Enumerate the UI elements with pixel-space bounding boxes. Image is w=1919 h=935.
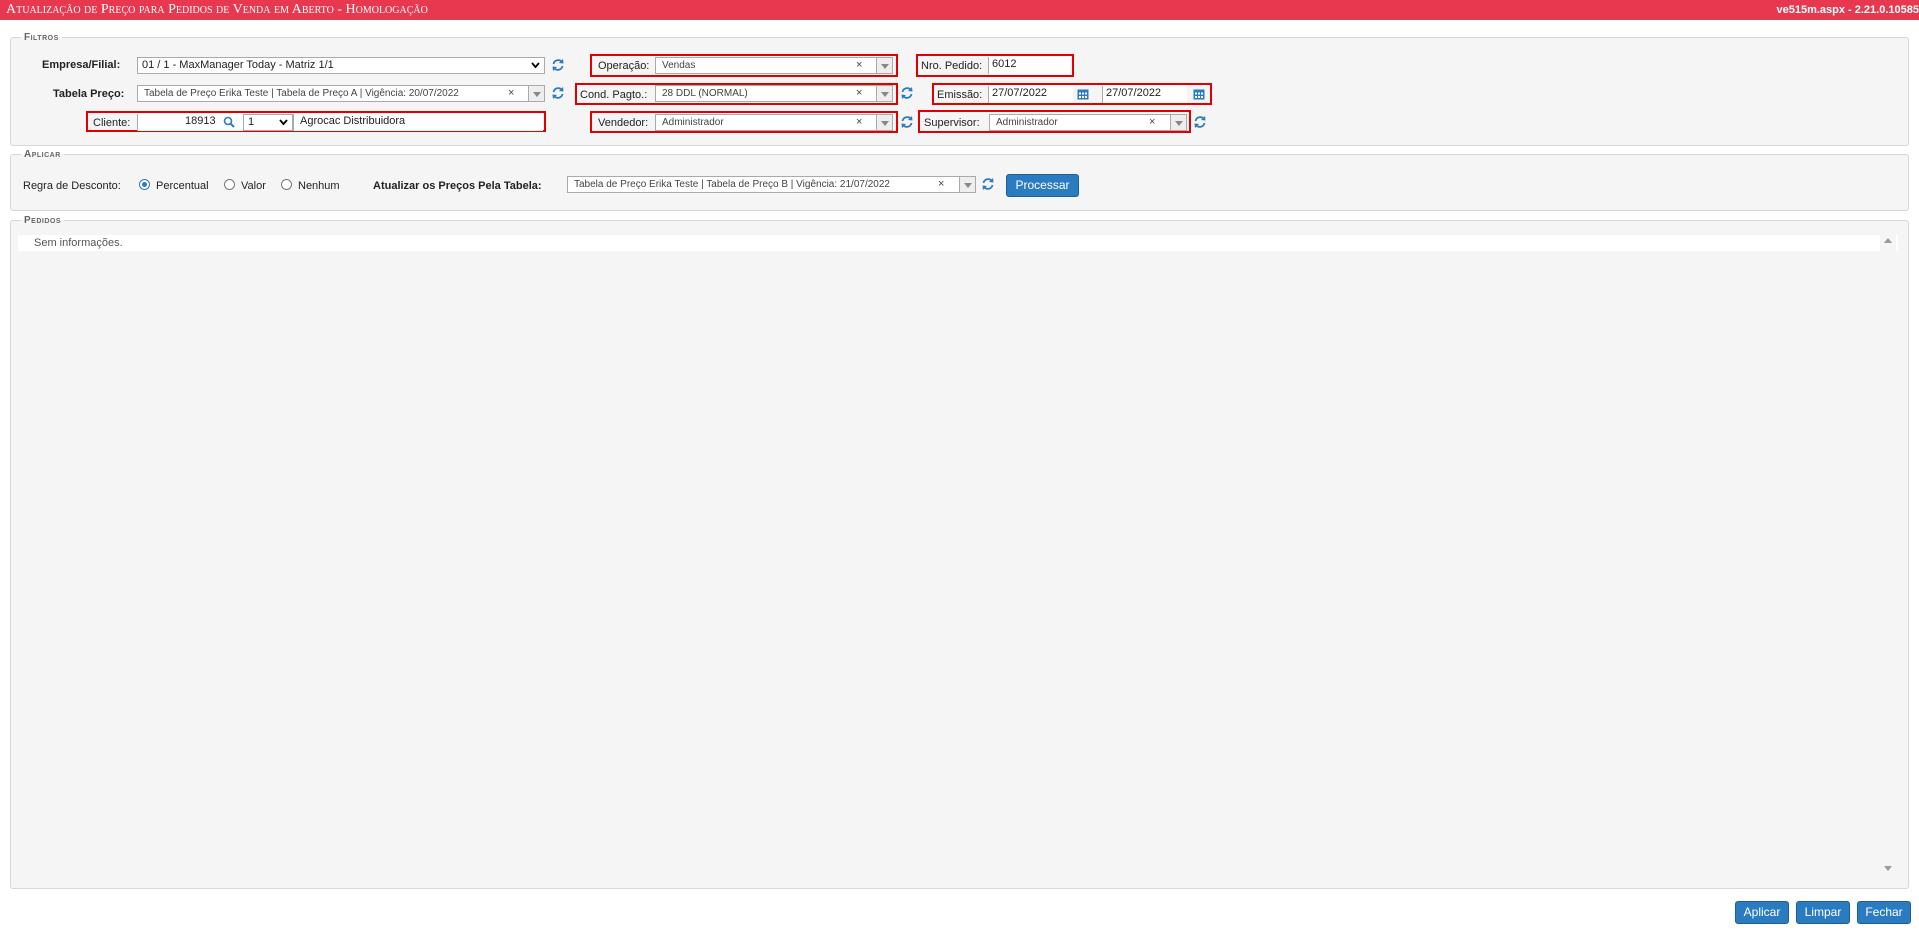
search-icon[interactable] bbox=[223, 116, 235, 128]
atualizar-tabela-value: Tabela de Preço Erika Teste | Tabela de … bbox=[574, 179, 890, 190]
radio-nenhum-label: Nenhum bbox=[298, 180, 340, 192]
scroll-down-icon[interactable] bbox=[1884, 866, 1892, 872]
clear-tabela-icon[interactable]: × bbox=[508, 87, 514, 99]
aplicar-legend: Aplicar bbox=[24, 149, 61, 160]
fechar-button[interactable]: Fechar bbox=[1857, 901, 1911, 924]
clear-operacao-icon[interactable]: × bbox=[856, 59, 862, 71]
clear-supervisor-icon[interactable]: × bbox=[1149, 116, 1155, 128]
atualizar-tabela-dropdown-arrow[interactable] bbox=[959, 177, 975, 192]
filtros-legend: Filtros bbox=[24, 32, 59, 43]
clear-atualizar-tabela-icon[interactable]: × bbox=[938, 178, 944, 190]
pedidos-fieldset: Pedidos bbox=[10, 215, 1909, 889]
pedidos-legend: Pedidos bbox=[24, 215, 62, 226]
cliente-seq-select[interactable]: 1 bbox=[243, 114, 293, 131]
cliente-seq-value: 1 bbox=[248, 116, 255, 128]
empresa-value: 01 / 1 - MaxManager Today - Matriz 1/1 bbox=[142, 59, 334, 71]
chevron-down-icon bbox=[531, 62, 540, 69]
empty-message: Sem informações. bbox=[34, 237, 123, 249]
refresh-cond-icon[interactable] bbox=[900, 86, 914, 100]
tabela-label: Tabela Preço: bbox=[53, 88, 125, 100]
emissao-to-input[interactable]: 27/07/2022 bbox=[1102, 86, 1187, 103]
radio-valor-label: Valor bbox=[241, 180, 266, 192]
emissao-from-value: 27/07/2022 bbox=[992, 87, 1048, 99]
page-title: Atualização de Preço para Pedidos de Ven… bbox=[6, 2, 428, 17]
cond-select[interactable]: 28 DDL (NORMAL) × bbox=[655, 85, 893, 102]
cliente-name-value: Agrocac Distribuidora bbox=[300, 115, 406, 127]
supervisor-label: Supervisor: bbox=[924, 117, 980, 129]
regra-label: Regra de Desconto: bbox=[23, 180, 121, 192]
vertical-scrollbar[interactable] bbox=[1880, 234, 1896, 880]
supervisor-select[interactable]: Administrador × bbox=[989, 114, 1187, 131]
supervisor-value: Administrador bbox=[996, 117, 1058, 128]
empresa-label: Empresa/Filial: bbox=[42, 59, 121, 71]
radio-nenhum[interactable] bbox=[281, 179, 292, 190]
radio-valor[interactable] bbox=[224, 179, 235, 190]
pedidos-grid: Sem informações. bbox=[18, 235, 1898, 251]
cliente-name-field: Agrocac Distribuidora bbox=[293, 114, 543, 131]
cliente-code-value: 18913 bbox=[185, 115, 216, 127]
radio-percentual-label: Percentual bbox=[156, 180, 209, 192]
title-bar: Atualização de Preço para Pedidos de Ven… bbox=[0, 0, 1919, 20]
emissao-to-value: 27/07/2022 bbox=[1106, 87, 1162, 99]
emissao-from-input[interactable]: 27/07/2022 bbox=[988, 86, 1073, 103]
empresa-select[interactable]: 01 / 1 - MaxManager Today - Matriz 1/1 bbox=[137, 57, 545, 74]
operacao-select[interactable]: Vendas × bbox=[655, 57, 893, 74]
refresh-atualizar-icon[interactable] bbox=[981, 177, 995, 191]
calendar-from-icon[interactable] bbox=[1077, 88, 1089, 100]
refresh-vendedor-icon[interactable] bbox=[900, 115, 914, 129]
tabela-dropdown-arrow[interactable] bbox=[528, 86, 544, 101]
atualizar-tabela-select[interactable]: Tabela de Preço Erika Teste | Tabela de … bbox=[567, 176, 976, 193]
aplicar-button[interactable]: Aplicar bbox=[1735, 901, 1789, 924]
pedido-label: Nro. Pedido: bbox=[921, 60, 983, 72]
vendedor-select[interactable]: Administrador × bbox=[655, 114, 893, 131]
refresh-supervisor-icon[interactable] bbox=[1193, 115, 1207, 129]
clear-vendedor-icon[interactable]: × bbox=[856, 116, 862, 128]
processar-button[interactable]: Processar bbox=[1006, 174, 1079, 197]
clear-cond-icon[interactable]: × bbox=[856, 87, 862, 99]
radio-percentual[interactable] bbox=[139, 179, 150, 190]
operacao-dropdown-arrow[interactable] bbox=[876, 58, 892, 73]
operacao-label: Operação: bbox=[598, 60, 650, 72]
emissao-label: Emissão: bbox=[937, 89, 983, 101]
version-label: ve515m.aspx - 2.21.0.10585 bbox=[1776, 4, 1919, 16]
chevron-down-icon bbox=[279, 119, 288, 126]
tabela-select[interactable]: Tabela de Preço Erika Teste | Tabela de … bbox=[137, 85, 545, 102]
cond-dropdown-arrow[interactable] bbox=[876, 86, 892, 101]
tabela-value: Tabela de Preço Erika Teste | Tabela de … bbox=[144, 88, 459, 99]
vendedor-value: Administrador bbox=[662, 117, 724, 128]
scroll-up-icon[interactable] bbox=[1884, 238, 1892, 244]
cond-label: Cond. Pagto.: bbox=[580, 89, 648, 101]
vendedor-dropdown-arrow[interactable] bbox=[876, 115, 892, 130]
atualizar-label: Atualizar os Preços Pela Tabela: bbox=[373, 180, 542, 192]
supervisor-dropdown-arrow[interactable] bbox=[1170, 115, 1186, 130]
cond-value: 28 DDL (NORMAL) bbox=[662, 88, 748, 99]
pedido-value: 6012 bbox=[992, 58, 1017, 70]
calendar-to-icon[interactable] bbox=[1193, 88, 1205, 100]
cliente-label: Cliente: bbox=[93, 117, 131, 129]
vendedor-label: Vendedor: bbox=[598, 117, 649, 129]
operacao-value: Vendas bbox=[662, 60, 696, 71]
refresh-tabela-icon[interactable] bbox=[551, 86, 565, 100]
pedido-input[interactable]: 6012 bbox=[988, 57, 1070, 74]
limpar-button[interactable]: Limpar bbox=[1796, 901, 1850, 924]
refresh-empresa-icon[interactable] bbox=[551, 58, 565, 72]
